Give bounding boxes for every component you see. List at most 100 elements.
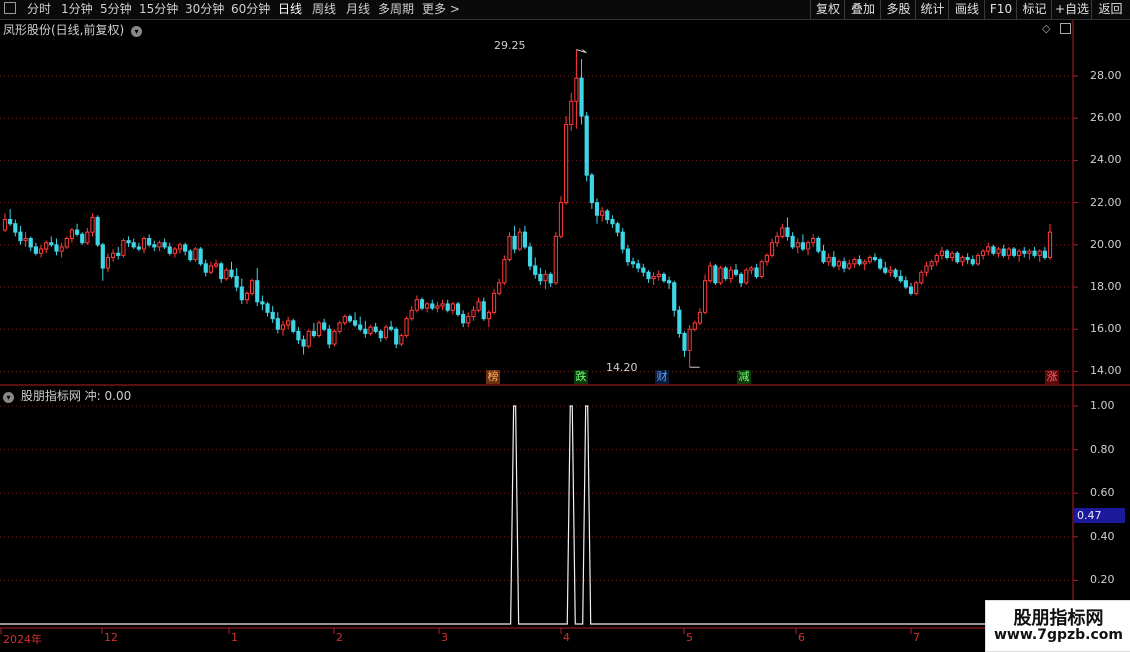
candle-body [327, 328, 332, 345]
candle-body [538, 273, 543, 282]
candle-body [38, 248, 44, 254]
candle-body [1037, 250, 1042, 256]
time-tick-label: 1 [231, 631, 238, 644]
candle-body [898, 275, 903, 282]
candle-body [157, 242, 162, 248]
candle-body [23, 237, 28, 242]
time-tick-label: 6 [798, 631, 805, 644]
time-tick-label: 3 [441, 631, 448, 644]
candle-body [471, 309, 476, 318]
candle-body [584, 115, 589, 176]
time-tick-label: 2 [336, 631, 343, 644]
price-tick-label: 16.00 [1090, 322, 1122, 336]
candle-body [203, 263, 208, 273]
candle-body [718, 267, 723, 284]
watermark: 股朋指标网 www.7gpzb.com [985, 600, 1130, 652]
candle-body [708, 265, 713, 282]
candle-body [970, 259, 975, 265]
candle-body [507, 235, 512, 261]
candle-body [1001, 248, 1006, 256]
candle-body [697, 311, 703, 324]
candle-body [826, 256, 831, 263]
candle-body [33, 246, 38, 254]
candle-body [986, 246, 991, 252]
candle-body [44, 242, 49, 250]
candle-body [342, 316, 347, 324]
candle-body [116, 252, 121, 256]
candle-body [795, 242, 800, 248]
candle-body [352, 320, 358, 326]
candle-body [816, 237, 821, 252]
candle-body [229, 269, 234, 277]
candle-body [769, 242, 775, 256]
candle-body [419, 299, 425, 309]
candle-body [1032, 250, 1037, 256]
price-tick-label: 22.00 [1090, 195, 1122, 209]
candle-body [244, 292, 250, 301]
candle-body [316, 322, 322, 337]
candle-body [841, 261, 847, 269]
candle-body [862, 261, 867, 265]
event-badge[interactable]: 涨 [1045, 370, 1059, 384]
candle-body [450, 303, 455, 311]
event-badge[interactable]: 财 [655, 370, 669, 384]
candle-body [476, 301, 481, 311]
candle-body [59, 246, 64, 252]
candle-body [728, 269, 733, 280]
candle-body [260, 301, 265, 305]
candle-body [481, 301, 486, 320]
candle-body [692, 322, 697, 330]
candle-body [944, 250, 950, 258]
price-tick-label: 14.00 [1090, 364, 1122, 378]
candle-body [996, 248, 1001, 254]
candle-body [744, 269, 749, 284]
indicator-tick-label: 0.40 [1090, 529, 1115, 543]
candle-body [739, 273, 744, 284]
candle-body [435, 305, 440, 309]
candle-body [152, 244, 157, 248]
time-tick-label: 4 [563, 631, 570, 644]
candle-body [332, 330, 337, 345]
event-badge[interactable]: 榜 [486, 370, 500, 384]
candle-body [656, 273, 661, 277]
candle-body [425, 303, 430, 309]
candle-body [177, 244, 183, 250]
candle-body [934, 254, 939, 263]
candle-body [775, 235, 780, 244]
candle-body [95, 216, 100, 246]
event-badge[interactable]: 减 [737, 370, 751, 384]
candle-body [2, 218, 8, 231]
candle-body [486, 311, 491, 320]
indicator-tick-label: 0.80 [1090, 442, 1115, 456]
candle-body [399, 335, 404, 345]
candle-body [883, 267, 888, 273]
candle-body [872, 256, 878, 261]
candle-body [358, 324, 363, 330]
candle-body [661, 273, 667, 282]
candle-body [255, 280, 260, 303]
candle-body [234, 275, 239, 288]
candle-body [764, 254, 769, 263]
candle-body [836, 261, 842, 267]
candle-body [1042, 250, 1047, 258]
candle-body [373, 326, 378, 332]
candle-body [291, 320, 296, 332]
candle-body [512, 235, 517, 250]
price-tick-label: 24.00 [1090, 153, 1122, 167]
candle-body [831, 256, 836, 267]
candle-body [18, 231, 23, 242]
candle-body [908, 286, 914, 294]
candle-body [8, 218, 13, 225]
candle-body [80, 233, 85, 244]
candle-body [105, 256, 111, 269]
candle-body [74, 229, 80, 235]
candle-body [991, 246, 996, 254]
kline-chart[interactable] [0, 0, 1130, 650]
candle-body [610, 218, 615, 225]
candle-body [517, 231, 522, 250]
candle-body [162, 242, 167, 248]
candle-body [54, 244, 59, 252]
event-badge[interactable]: 跌 [574, 370, 588, 384]
candle-body [172, 248, 177, 254]
candle-body [363, 328, 368, 334]
